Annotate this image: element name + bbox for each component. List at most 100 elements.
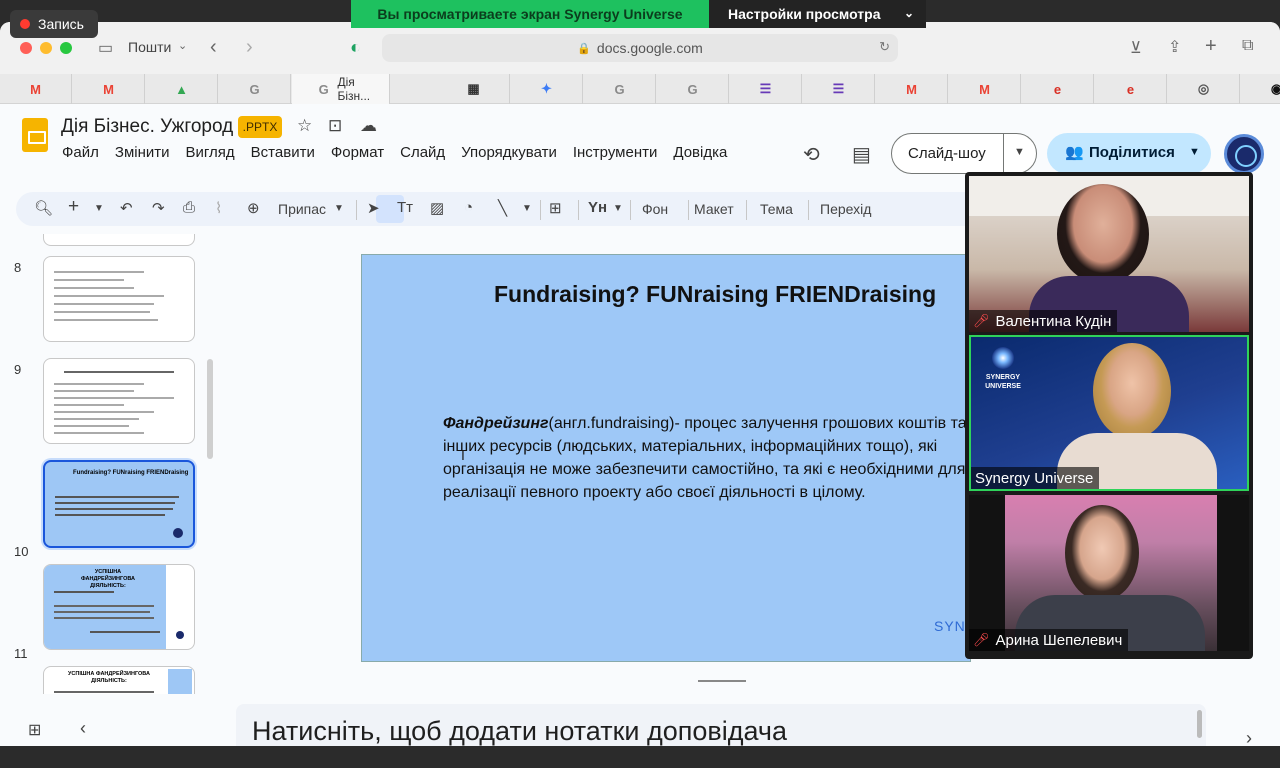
close-window-button[interactable] xyxy=(20,42,32,54)
browser-tab[interactable]: ✦ xyxy=(511,74,583,104)
input-tools-icon[interactable]: Yн xyxy=(588,199,607,216)
move-folder-icon[interactable]: ⊡ xyxy=(328,116,342,136)
browser-tab[interactable]: ▲ xyxy=(146,74,218,104)
browser-tab[interactable]: M xyxy=(73,74,145,104)
slide-thumbnail-12[interactable]: УСПІШНА ФАНДРЕЙЗИНГОВА ДІЯЛЬНІСТЬ: xyxy=(43,666,195,694)
tab-group-label[interactable]: Пошти xyxy=(128,39,171,55)
chevron-down-icon[interactable]: ▼ xyxy=(94,203,104,214)
document-title[interactable]: Дія Бізнес. Ужгород xyxy=(61,116,233,138)
menu-item[interactable]: Вставити xyxy=(251,144,315,164)
chevron-down-icon[interactable]: ⌄ xyxy=(178,39,187,52)
add-comment-icon[interactable]: ⊞ xyxy=(549,199,562,217)
insert-image-icon[interactable]: ▨ xyxy=(430,199,444,217)
browser-tab[interactable]: G xyxy=(657,74,729,104)
sidebar-toggle-icon[interactable]: ▭ xyxy=(98,38,113,58)
chevron-down-icon[interactable]: ▼ xyxy=(1014,146,1025,158)
chevron-down-icon[interactable]: ▼ xyxy=(522,203,532,214)
maximize-window-button[interactable] xyxy=(60,42,72,54)
paint-format-icon[interactable]: ⌇ xyxy=(215,199,222,217)
grammarly-icon[interactable]: ◐ xyxy=(350,37,361,58)
forward-icon[interactable]: › xyxy=(246,36,253,59)
version-history-icon[interactable]: ⟲ xyxy=(803,142,820,167)
notes-resize-handle[interactable] xyxy=(698,680,746,682)
slideshow-button[interactable]: Слайд-шоу ▼ xyxy=(891,133,1037,174)
browser-tab[interactable]: ▦ xyxy=(438,74,510,104)
menu-item[interactable]: Файл xyxy=(62,144,99,164)
participant-video[interactable]: 🎤︎ Валентина Кудін xyxy=(969,176,1249,332)
line-icon[interactable]: ╲ xyxy=(498,199,507,217)
browser-tab[interactable]: G Дія Бізн... xyxy=(292,74,390,104)
speaker-notes[interactable]: Натисніть, щоб додати нотатки доповідача xyxy=(236,704,1206,746)
transition-button[interactable]: Перехід xyxy=(820,201,871,217)
browser-tab[interactable]: ◎ xyxy=(1168,74,1240,104)
browser-tab[interactable]: e xyxy=(1095,74,1167,104)
view-settings-button[interactable]: Настройки просмотра ⌄ xyxy=(709,0,926,28)
menu-item[interactable]: Слайд xyxy=(400,144,445,164)
slide-thumbnail-11[interactable]: УСПІШНА ФАНДРЕЙЗИНГОВА ДІЯЛЬНІСТЬ: xyxy=(43,564,195,650)
slide-title[interactable]: Fundraising? FUNraising FRIENDraising xyxy=(494,281,936,308)
menu-item[interactable]: Формат xyxy=(331,144,384,164)
slide-thumbnail-10[interactable]: Fundraising? FUNraising FRIENDraising xyxy=(43,460,195,548)
participant-video[interactable]: 🎤︎ Арина Шепелевич xyxy=(969,495,1249,651)
expand-panel-icon[interactable]: › xyxy=(1246,728,1252,746)
divider xyxy=(688,200,689,220)
share-button[interactable]: 👥 Поділитися ▼ xyxy=(1047,133,1211,174)
browser-titlebar: ▭ Пошти ⌄ ‹ › ◐ 🔒 docs.google.com ↻ ⊻ ⇪ … xyxy=(0,22,1280,74)
browser-tab[interactable]: M xyxy=(0,74,72,104)
menu-item[interactable]: Змінити xyxy=(115,144,170,164)
tab-overview-icon[interactable]: ⧉ xyxy=(1242,37,1253,55)
participant-video-active[interactable]: SYNERGY UNIVERSE Synergy Universe xyxy=(969,335,1249,491)
minimize-window-button[interactable] xyxy=(40,42,52,54)
browser-tab[interactable]: M xyxy=(949,74,1021,104)
browser-tab[interactable]: ◉ xyxy=(1241,74,1280,104)
search-icon[interactable]: 🔍︎ xyxy=(34,199,53,217)
filmstrip-scrollbar[interactable] xyxy=(207,359,213,459)
menu-item[interactable]: Інструменти xyxy=(573,144,658,164)
download-icon[interactable]: ⊻ xyxy=(1130,38,1142,58)
theme-button[interactable]: Тема xyxy=(760,201,793,217)
chevron-down-icon[interactable]: ▼ xyxy=(613,203,623,214)
share-icon[interactable]: ⇪ xyxy=(1168,37,1181,57)
text-box-icon[interactable]: Tт xyxy=(397,199,413,216)
redo-icon[interactable]: ↷ xyxy=(152,199,165,217)
zoom-dropdown[interactable]: Припас xyxy=(278,201,326,217)
browser-tab[interactable]: M xyxy=(876,74,948,104)
browser-tab[interactable]: ☰ xyxy=(803,74,875,104)
slide-canvas[interactable]: Fundraising? FUNraising FRIENDraising Фа… xyxy=(361,254,971,662)
menu-item[interactable]: Довідка xyxy=(673,144,727,164)
layout-button[interactable]: Макет xyxy=(694,201,734,217)
undo-icon[interactable]: ↶ xyxy=(120,199,133,217)
star-icon[interactable]: ☆ xyxy=(297,116,312,136)
slide-thumbnail[interactable] xyxy=(43,234,195,246)
zoom-icon[interactable]: ⊕ xyxy=(247,199,260,217)
comments-icon[interactable]: ▤ xyxy=(852,142,871,167)
browser-tab[interactable]: e xyxy=(1022,74,1094,104)
print-icon[interactable]: ⎙ xyxy=(183,199,195,216)
browser-tab[interactable]: G xyxy=(584,74,656,104)
browser-tab[interactable]: ☰ xyxy=(730,74,802,104)
background-button[interactable]: Фон xyxy=(642,201,668,217)
new-slide-icon[interactable]: + xyxy=(68,196,79,218)
reload-icon[interactable]: ↻ xyxy=(879,39,890,55)
menu-item[interactable]: Упорядкувати xyxy=(461,144,557,164)
account-avatar[interactable] xyxy=(1224,134,1264,174)
slide-thumbnail-8[interactable] xyxy=(43,256,195,342)
chevron-down-icon[interactable]: ▼ xyxy=(334,203,344,214)
new-tab-icon[interactable]: + xyxy=(1205,35,1217,58)
browser-tab[interactable]: G xyxy=(219,74,291,104)
chevron-down-icon[interactable]: ▼ xyxy=(1189,146,1200,158)
shape-icon[interactable]: ◔ xyxy=(464,199,473,216)
cloud-status-icon[interactable]: ☁ xyxy=(360,116,377,136)
slide-thumbnail-9[interactable] xyxy=(43,358,195,444)
signal-icon: ◎ xyxy=(1197,81,1210,96)
grid-view-icon[interactable]: ⊞ xyxy=(28,720,41,740)
recording-indicator[interactable]: Запись xyxy=(10,10,98,38)
slide-body-text[interactable]: Фандрейзинг(англ.fundraising)- процес за… xyxy=(443,412,970,504)
back-icon[interactable]: ‹ xyxy=(210,36,217,59)
address-bar[interactable]: 🔒 docs.google.com ↻ xyxy=(382,34,898,62)
collapse-filmstrip-icon[interactable]: ‹ xyxy=(80,718,86,739)
select-cursor-icon[interactable]: ➤ xyxy=(367,199,380,217)
google-slides-logo[interactable] xyxy=(22,118,48,152)
notes-scrollbar[interactable] xyxy=(1197,710,1202,738)
menu-item[interactable]: Вигляд xyxy=(186,144,235,164)
